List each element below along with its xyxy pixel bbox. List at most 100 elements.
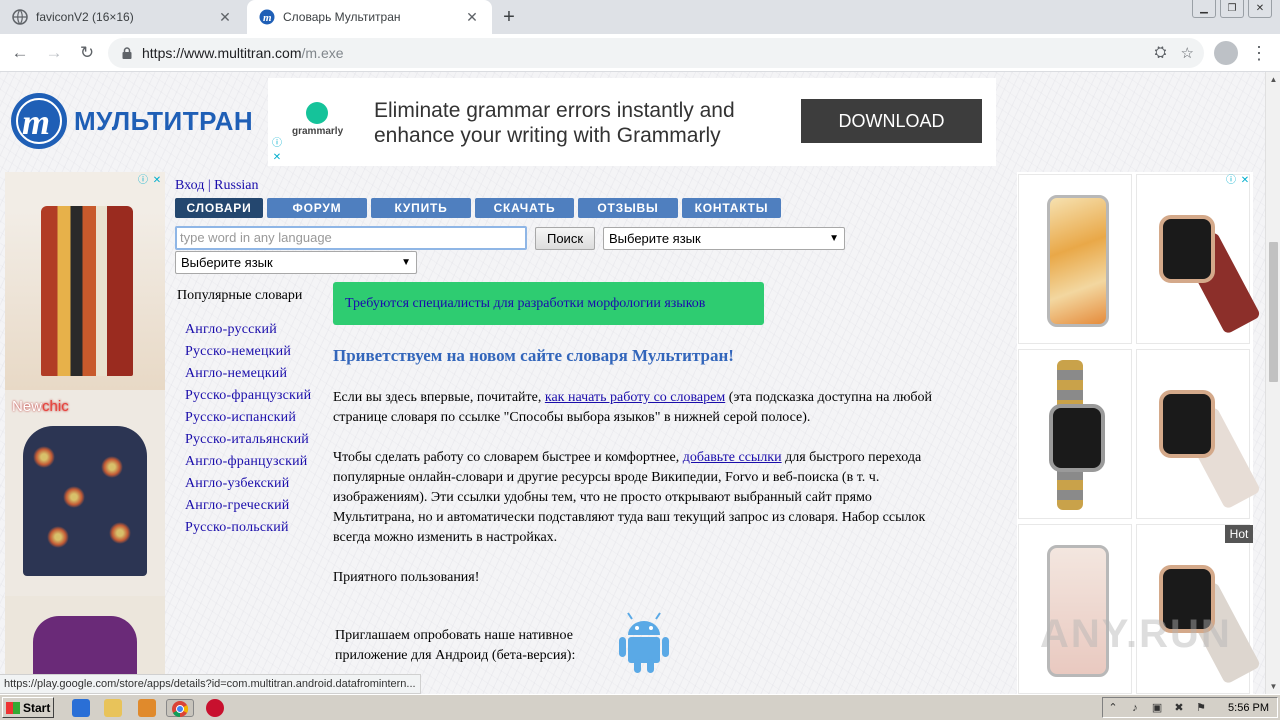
menu-icon[interactable]: ⋮	[1250, 41, 1268, 65]
dict-link[interactable]: Англо-французский	[185, 454, 311, 476]
dropdown-arrow-icon: ▼	[401, 257, 411, 268]
how-to-start-link[interactable]: как начать работу со словарем	[545, 390, 725, 405]
chevron-up-icon[interactable]: ⌃	[1106, 701, 1120, 715]
translate-icon[interactable]: ⛭	[1155, 44, 1167, 62]
ad-info-icon[interactable]: ⓘ	[271, 138, 283, 150]
volume-icon[interactable]: ♪	[1128, 701, 1142, 715]
scroll-down-icon[interactable]: ▼	[1266, 679, 1280, 694]
media-player-icon[interactable]	[138, 699, 156, 717]
login-link[interactable]: Вход	[175, 178, 204, 193]
target-language-select[interactable]: Выберите язык ▼	[175, 251, 417, 274]
url-path: /m.exe	[301, 45, 344, 61]
tab-buy[interactable]: КУПИТЬ	[371, 198, 471, 218]
network-icon[interactable]: ▣	[1150, 701, 1164, 715]
ad-close-icon[interactable]: ✕	[271, 152, 283, 164]
browser-toolbar: ← → ↻ https://www.multitran.com/m.exe ⛭ …	[0, 34, 1280, 72]
ad-brand-logo: Newchic	[12, 398, 69, 415]
search-button[interactable]: Поиск	[535, 227, 595, 250]
folder-icon[interactable]	[104, 699, 122, 717]
windows-taskbar: Start ⌃ ♪ ▣ ✖ ⚑ 5:56 PM	[0, 694, 1280, 720]
watch-shape	[1159, 390, 1215, 458]
security-icon[interactable]: ✖	[1172, 701, 1186, 715]
forward-button[interactable]: →	[42, 41, 66, 65]
close-tab-icon[interactable]: ✕	[464, 9, 480, 25]
stop-icon[interactable]	[206, 699, 224, 717]
links-paragraph-line: изображениям). Эти ссылки удобны тем, чт…	[333, 490, 872, 505]
popular-dicts-list: Англо-русский Русско-немецкий Англо-неме…	[185, 322, 311, 542]
restore-button[interactable]: ❐	[1220, 0, 1244, 18]
new-tab-button[interactable]: +	[498, 6, 520, 28]
language-link[interactable]: Russian	[214, 178, 258, 193]
page-viewport: m МУЛЬТИТРАН grammarly Eliminate grammar…	[0, 72, 1265, 694]
watermark: ANY.RUN	[1040, 612, 1232, 656]
flower-pattern	[109, 522, 131, 544]
flag-icon[interactable]: ⚑	[1194, 701, 1208, 715]
source-language-select[interactable]: Выберите язык ▼	[603, 227, 845, 250]
android-icon[interactable]	[614, 609, 674, 675]
intro-paragraph-line: Если вы здесь впервые, почитайте, как на…	[333, 388, 1023, 408]
status-bar-url: https://play.google.com/store/apps/detai…	[0, 674, 421, 694]
chrome-icon	[172, 701, 189, 718]
ad-info-icon[interactable]: ⓘ	[137, 175, 149, 187]
android-invite: Приглашаем опробовать наше нативное прил…	[335, 626, 575, 666]
dict-link[interactable]: Русско-польский	[185, 520, 311, 542]
pants-shape	[41, 206, 133, 376]
intro-paragraph-line: странице словаря по ссылке "Способы выбо…	[333, 410, 811, 425]
bookmark-star-icon[interactable]: ☆	[1181, 44, 1194, 62]
ie-icon[interactable]	[72, 699, 90, 717]
multitran-logo[interactable]: m МУЛЬТИТРАН	[10, 92, 253, 150]
close-window-button[interactable]: ✕	[1248, 0, 1272, 18]
reload-button[interactable]: ↻	[75, 41, 99, 65]
product-watch-band[interactable]	[1136, 349, 1262, 519]
ad-download-button[interactable]: DOWNLOAD	[801, 99, 982, 143]
dict-link[interactable]: Англо-немецкий	[185, 366, 311, 388]
svg-text:m: m	[22, 102, 50, 142]
tab-dictionaries[interactable]: СЛОВАРИ	[175, 198, 263, 218]
chrome-taskbar-button[interactable]	[166, 699, 194, 718]
flower-pattern	[47, 526, 69, 548]
tab-contacts[interactable]: КОНТАКТЫ	[682, 198, 781, 218]
product-phone-case[interactable]	[1018, 174, 1132, 344]
tab-download[interactable]: СКАЧАТЬ	[475, 198, 574, 218]
address-bar[interactable]: https://www.multitran.com/m.exe ⛭ ☆	[108, 38, 1204, 68]
grammarly-banner-ad[interactable]: grammarly Eliminate grammar errors insta…	[268, 78, 996, 166]
window-controls: ▁ ❐ ✕	[1188, 0, 1272, 18]
dict-link[interactable]: Англо-греческий	[185, 498, 311, 520]
dict-link[interactable]: Русско-итальянский	[185, 432, 311, 454]
profile-avatar[interactable]	[1214, 41, 1238, 65]
left-fashion-ad[interactable]: Newchic ⓘ ✕	[5, 172, 165, 694]
phone-case-shape	[1047, 195, 1109, 327]
tab-forum[interactable]: ФОРУМ	[267, 198, 367, 218]
scrollbar-thumb[interactable]	[1269, 242, 1278, 382]
product-watch-band[interactable]	[1136, 174, 1262, 344]
page-scrollbar[interactable]: ▲ ▼	[1265, 72, 1280, 694]
tab-title: faviconV2 (16×16)	[36, 10, 134, 24]
ad-headline: Eliminate grammar errors instantly and e…	[374, 99, 735, 147]
search-input[interactable]: type word in any language	[175, 226, 527, 250]
product-watch-steel[interactable]	[1018, 349, 1132, 519]
browser-tab-multitran[interactable]: m Словарь Мультитран ✕	[247, 0, 492, 34]
minimize-button[interactable]: ▁	[1192, 0, 1216, 18]
add-links-link[interactable]: добавьте ссылки	[683, 450, 782, 465]
watch-shape	[1159, 215, 1215, 283]
dict-link[interactable]: Русско-немецкий	[185, 344, 311, 366]
tab-reviews[interactable]: ОТЗЫВЫ	[578, 198, 678, 218]
ad-info-icon[interactable]: ⓘ	[1225, 175, 1237, 187]
dict-link[interactable]: Англо-русский	[185, 322, 311, 344]
dict-link[interactable]: Англо-узбекский	[185, 476, 311, 498]
close-tab-icon[interactable]: ✕	[217, 9, 233, 25]
links-paragraph-line: Чтобы сделать работу со словарем быстрее…	[333, 448, 1023, 468]
ad-close-icon[interactable]: ✕	[1239, 175, 1251, 187]
browser-tab-favicon[interactable]: faviconV2 (16×16) ✕	[0, 0, 245, 34]
system-tray: ⌃ ♪ ▣ ✖ ⚑ 5:56 PM	[1102, 697, 1278, 718]
dict-link[interactable]: Русско-испанский	[185, 410, 311, 432]
product-watch-band[interactable]	[1136, 524, 1262, 694]
scroll-up-icon[interactable]: ▲	[1266, 72, 1280, 87]
start-button[interactable]: Start	[2, 697, 54, 718]
dict-link[interactable]: Русско-французский	[185, 388, 311, 410]
back-button[interactable]: ←	[8, 41, 32, 65]
ad-close-icon[interactable]: ✕	[151, 175, 163, 187]
flower-pattern	[101, 456, 123, 478]
product-phone-case[interactable]	[1018, 524, 1132, 694]
specialists-notice-link[interactable]: Требуются специалисты для разработки мор…	[333, 282, 764, 325]
